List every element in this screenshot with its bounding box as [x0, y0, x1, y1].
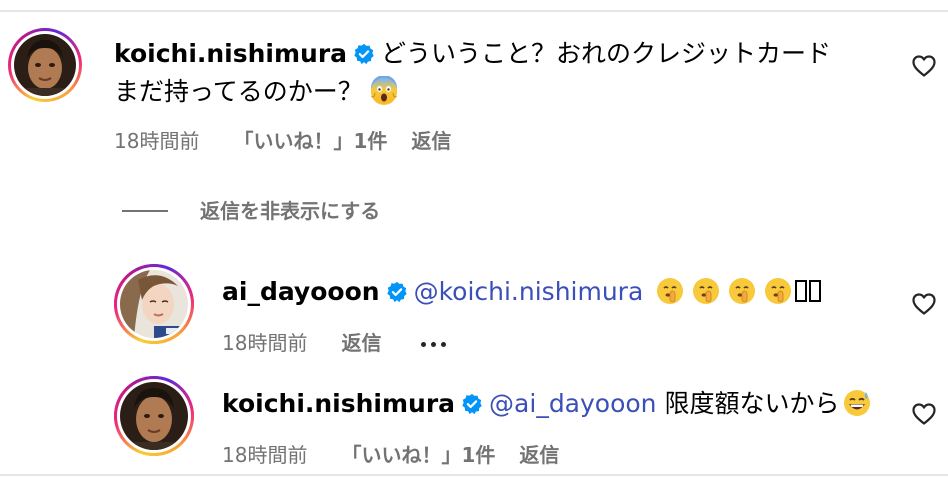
- divider: [0, 10, 948, 12]
- like-heart-icon[interactable]: [912, 55, 936, 77]
- comment-line-1: koichi.nishimura どういうこと？おれのクレジットカード: [114, 38, 831, 73]
- comment-text: どういうこと？おれのクレジットカード: [381, 39, 832, 68]
- more-options-icon[interactable]: [421, 342, 447, 347]
- shushing-emoji-icon: [727, 276, 757, 306]
- reply-button[interactable]: 返信: [341, 331, 381, 355]
- reply-2-meta: 18時間前 「いいね！」1件 返信: [222, 442, 583, 468]
- avatar[interactable]: [114, 376, 194, 456]
- comment-text-cont: まだ持ってるのかー？: [114, 77, 363, 106]
- reply-text: 限度額ないから: [664, 389, 840, 418]
- comment-line-2: まだ持ってるのかー？: [114, 76, 399, 108]
- reply-time: 18時間前: [222, 443, 308, 467]
- shushing-emoji-icon: [763, 276, 793, 306]
- verified-badge-icon: [461, 391, 483, 423]
- comment-meta: 18時間前 「いいね！」1件 返信: [114, 128, 475, 154]
- divider: [0, 474, 948, 476]
- missing-glyph-box: [795, 280, 808, 302]
- reply-1-meta: 18時間前 返信: [222, 330, 447, 356]
- comment-time: 18時間前: [114, 129, 200, 153]
- shushing-emoji-icon: [691, 276, 721, 306]
- reply-1-line: ai_dayooon @koichi.nishimura: [222, 276, 822, 311]
- scream-emoji-icon: [369, 76, 399, 106]
- verified-badge-icon: [353, 41, 375, 73]
- shushing-emoji-icon: [655, 276, 685, 306]
- mention-link[interactable]: @ai_dayooon: [489, 389, 656, 418]
- reply-button[interactable]: 返信: [411, 129, 451, 153]
- mention-link[interactable]: @koichi.nishimura: [414, 277, 644, 306]
- avatar[interactable]: [114, 264, 194, 344]
- likes-count-button[interactable]: 「いいね！」1件: [341, 443, 495, 467]
- missing-glyph-box: [809, 280, 822, 302]
- reply-2-line: koichi.nishimura @ai_dayooon 限度額ないから: [222, 388, 872, 423]
- like-heart-icon[interactable]: [912, 403, 936, 425]
- reply-time: 18時間前: [222, 331, 308, 355]
- hide-replies-dash: [122, 210, 168, 212]
- reply-username[interactable]: ai_dayooon: [222, 277, 380, 306]
- comment-thread: koichi.nishimura どういうこと？おれのクレジットカード まだ持って…: [0, 0, 948, 488]
- likes-count-button[interactable]: 「いいね！」1件: [233, 129, 387, 153]
- verified-badge-icon: [386, 279, 408, 311]
- hide-replies-toggle[interactable]: 返信を非表示にする: [122, 197, 380, 225]
- avatar[interactable]: [8, 28, 82, 102]
- grinning-sweat-emoji-icon: [842, 388, 872, 418]
- comment-username[interactable]: koichi.nishimura: [114, 39, 347, 68]
- like-heart-icon[interactable]: [912, 293, 936, 315]
- reply-username[interactable]: koichi.nishimura: [222, 389, 455, 418]
- reply-button[interactable]: 返信: [519, 443, 559, 467]
- hide-replies-label[interactable]: 返信を非表示にする: [200, 197, 380, 225]
